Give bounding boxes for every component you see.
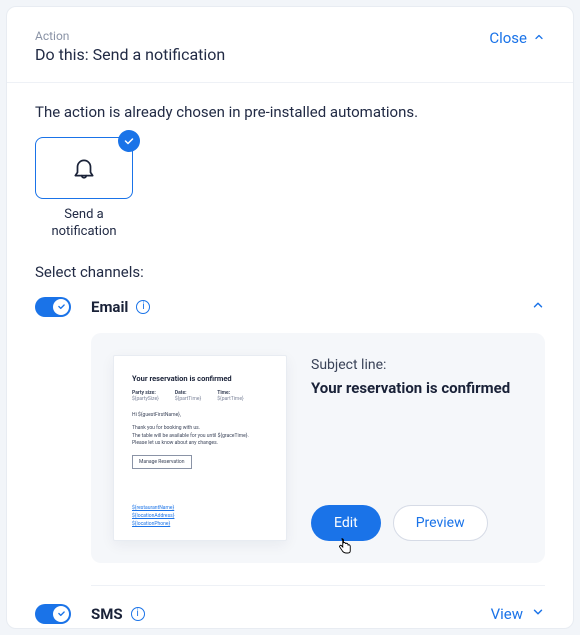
header-left: Action Do this: Send a notification	[35, 29, 225, 64]
toggle-knob	[53, 606, 69, 622]
expand-sms[interactable]: View	[491, 605, 545, 623]
card-body: The action is already chosen in pre-inst…	[7, 83, 573, 629]
collapse-email[interactable]	[531, 297, 545, 316]
thumb-manage-button: Manage Reservation	[132, 455, 192, 469]
edit-button[interactable]: Edit	[311, 505, 381, 541]
check-badge-icon	[118, 130, 140, 152]
email-panel: Your reservation is confirmed Party size…	[91, 333, 545, 563]
page-title: Do this: Send a notification	[35, 45, 225, 64]
close-label: Close	[489, 29, 527, 47]
action-card: Action Do this: Send a notification Clos…	[6, 6, 574, 629]
thumb-cols: Party size:${partySize} Date:${partTime}…	[132, 390, 268, 402]
thumb-footer: ${restaurantName} ${locationAddress} ${l…	[132, 504, 268, 528]
chevron-up-icon	[533, 29, 545, 47]
tile-caption: Send a notification	[35, 207, 133, 241]
bell-icon	[71, 155, 97, 181]
card-header: Action Do this: Send a notification Clos…	[7, 7, 573, 83]
email-preview-thumb: Your reservation is confirmed Party size…	[113, 355, 287, 541]
panel-actions: Edit Preview	[311, 505, 523, 541]
toggle-knob	[53, 299, 69, 315]
close-button[interactable]: Close	[489, 29, 545, 47]
action-tile[interactable]	[35, 137, 133, 199]
subject-value: Your reservation is confirmed	[311, 379, 523, 397]
email-panel-right: Subject line: Your reservation is confir…	[311, 355, 523, 541]
info-icon[interactable]: i	[136, 300, 150, 314]
toggle-email[interactable]	[35, 297, 71, 317]
channel-row-sms: SMS i View	[35, 604, 545, 624]
preview-button[interactable]: Preview	[393, 505, 488, 541]
channel-name-email: Email	[91, 298, 128, 316]
divider	[91, 585, 545, 586]
toggle-sms[interactable]	[35, 604, 71, 624]
subject-label: Subject line:	[311, 357, 523, 373]
channel-row-email: Email i	[35, 297, 545, 317]
intro-text: The action is already chosen in pre-inst…	[35, 103, 545, 121]
channel-name-sms: SMS	[91, 605, 123, 623]
chevron-down-icon	[531, 605, 545, 623]
cursor-hand-icon	[336, 538, 354, 560]
info-icon[interactable]: i	[131, 607, 145, 621]
thumb-title: Your reservation is confirmed	[132, 374, 268, 383]
channels-label: Select channels:	[35, 263, 545, 281]
eyebrow-label: Action	[35, 29, 225, 43]
